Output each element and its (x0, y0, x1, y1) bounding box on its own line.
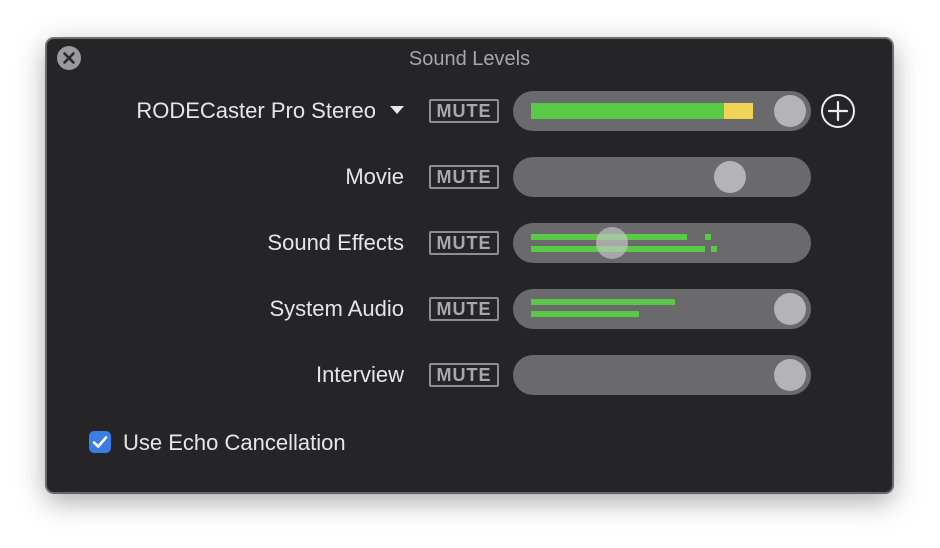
volume-knob-interview[interactable] (774, 359, 806, 391)
volume-knob-sound-effects[interactable] (596, 227, 628, 259)
mute-button-sound-effects[interactable]: MUTE (429, 231, 499, 255)
volume-knob-movie[interactable] (714, 161, 746, 193)
volume-knob-device[interactable] (774, 95, 806, 127)
level-meter-peak (724, 103, 753, 119)
source-label-sound-effects: Sound Effects (267, 230, 404, 255)
mute-button-system-audio[interactable]: MUTE (429, 297, 499, 321)
peak-marker-right (711, 246, 717, 252)
volume-knob-system-audio[interactable] (774, 293, 806, 325)
echo-cancellation-label: Use Echo Cancellation (123, 430, 346, 455)
level-meter-green (531, 103, 724, 119)
volume-slider-movie[interactable] (513, 157, 811, 197)
mute-button-device[interactable]: MUTE (429, 99, 499, 123)
volume-slider-system-audio[interactable] (513, 289, 811, 329)
volume-slider-sound-effects[interactable] (513, 223, 811, 263)
level-meter-left (531, 299, 675, 305)
source-label-movie: Movie (345, 164, 404, 189)
mute-button-interview[interactable]: MUTE (429, 363, 499, 387)
sound-levels-window: Sound Levels RODECaster Pro Stereo MUTE … (46, 38, 893, 493)
device-select[interactable]: RODECaster Pro Stereo (136, 91, 404, 131)
peak-marker-left (705, 234, 711, 240)
volume-slider-interview[interactable] (513, 355, 811, 395)
window-title: Sound Levels (408, 48, 531, 70)
chevron-down-icon (390, 106, 404, 115)
device-select-label: RODECaster Pro Stereo (136, 98, 376, 123)
movie-row: Movie MUTE (47, 157, 894, 197)
echo-cancellation-checkbox[interactable] (89, 431, 111, 453)
plus-circle-icon[interactable] (820, 93, 856, 129)
mute-button-movie[interactable]: MUTE (429, 165, 499, 189)
level-meter-right (531, 311, 639, 317)
interview-row: Interview MUTE (47, 355, 894, 395)
source-label-system-audio: System Audio (269, 296, 404, 321)
source-label-interview: Interview (315, 362, 404, 387)
volume-slider-device[interactable] (513, 91, 811, 131)
sound-effects-row: Sound Effects MUTE (47, 223, 894, 263)
device-row: RODECaster Pro Stereo MUTE (47, 91, 894, 131)
system-audio-row: System Audio MUTE (47, 289, 894, 329)
